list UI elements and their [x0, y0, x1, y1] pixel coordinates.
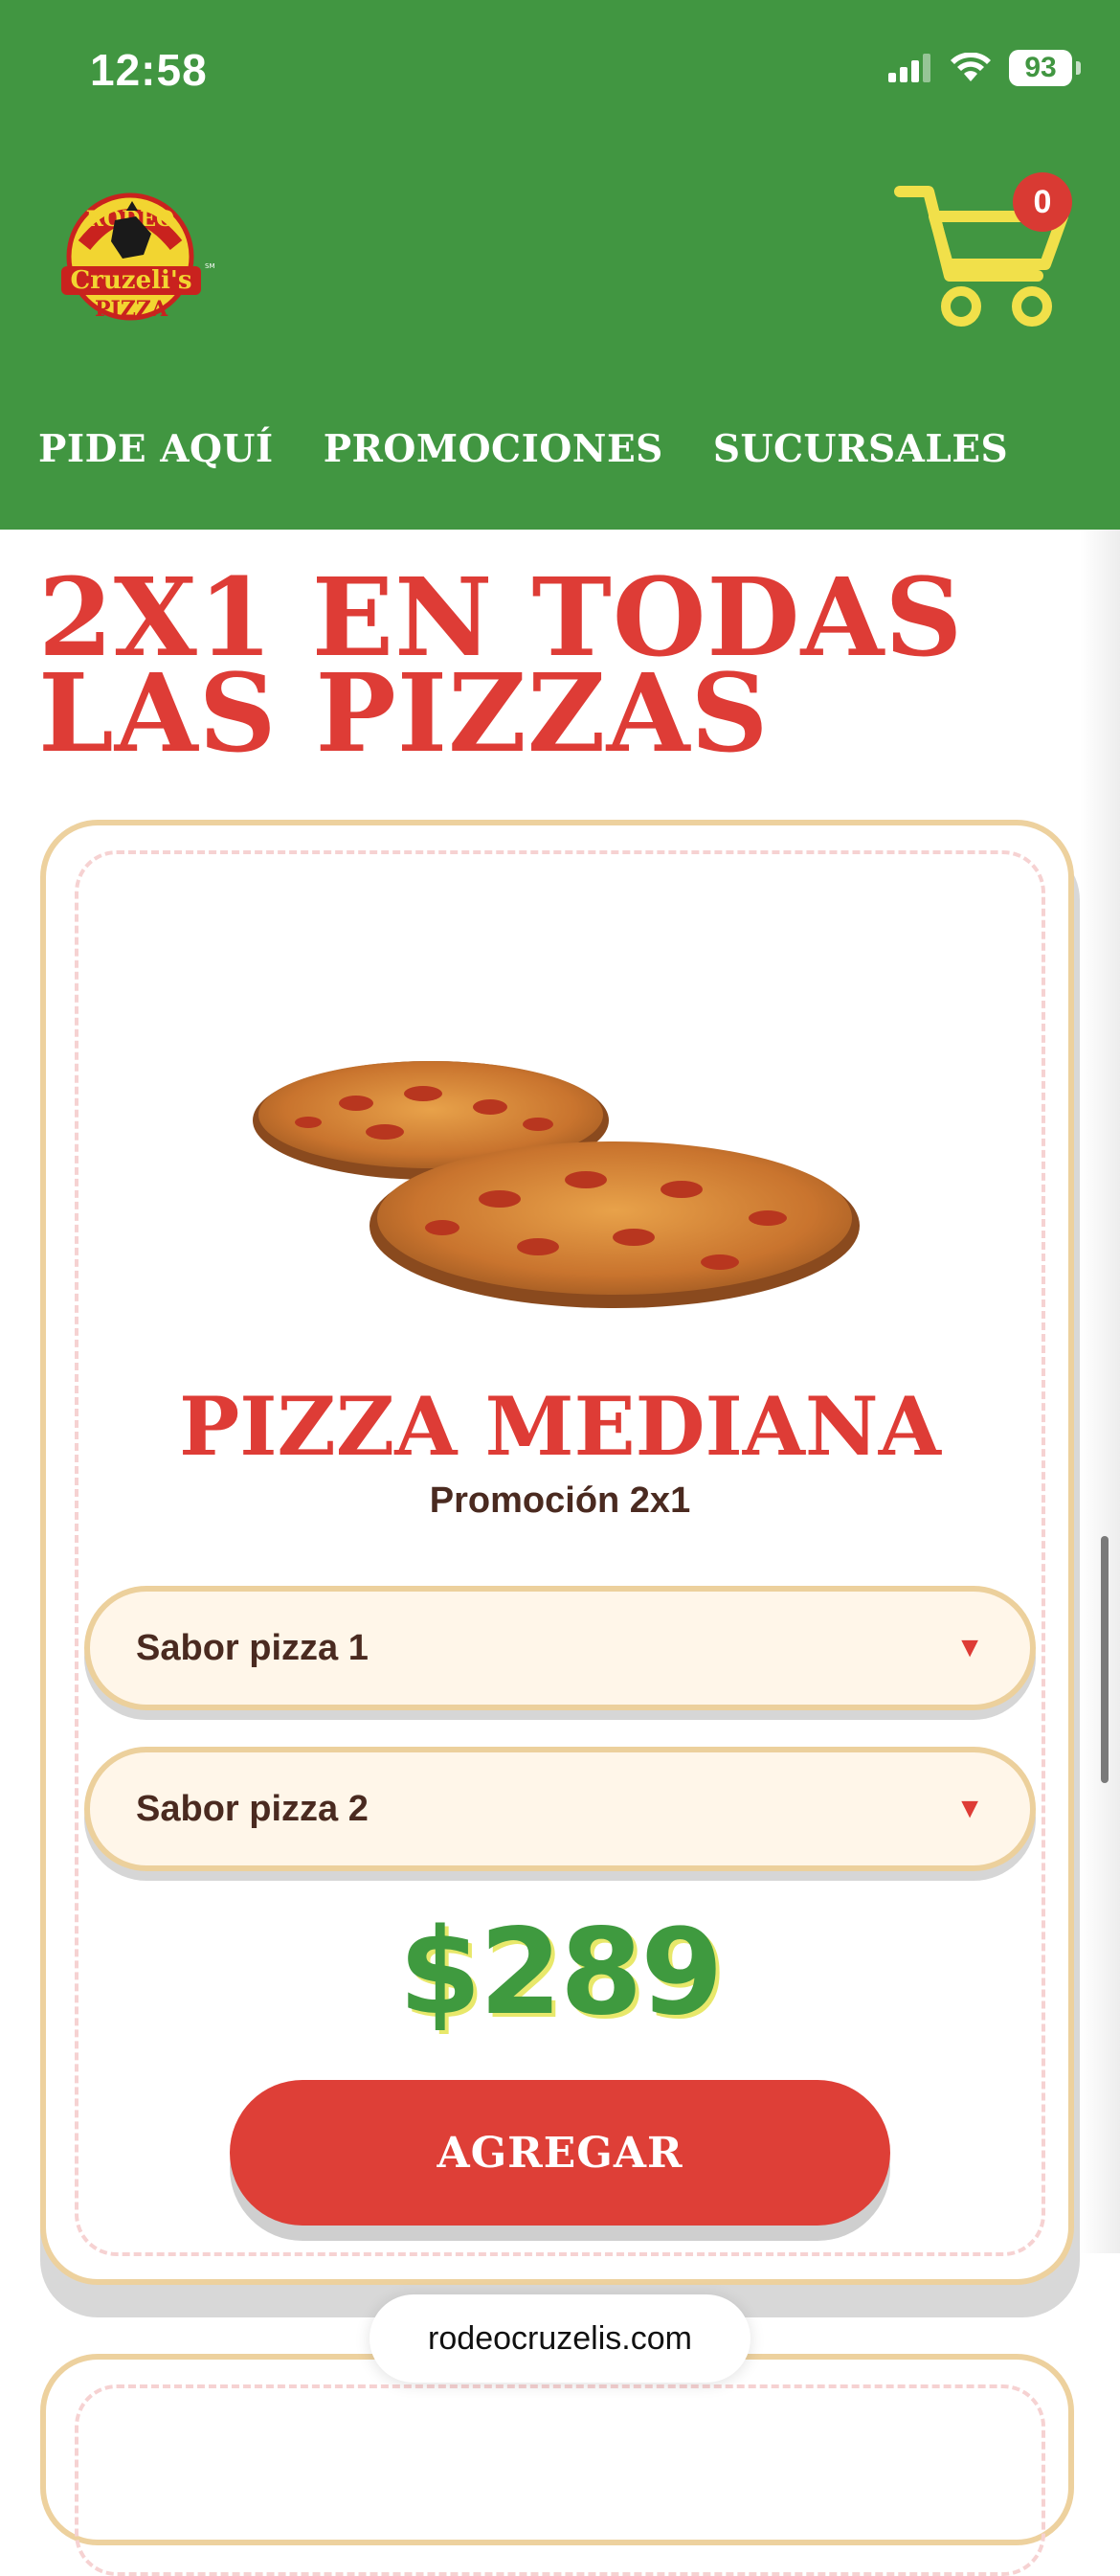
- status-time: 12:58: [90, 45, 208, 95]
- flavor-2-select[interactable]: Sabor pizza 2 ▼: [84, 1747, 1036, 1881]
- add-to-cart-button[interactable]: AGREGAR: [230, 2080, 890, 2226]
- app-header: 12:58 93 RODEO Cruzeli's PIZZA SM 0: [0, 0, 1120, 530]
- dropdown-arrow-icon: ▼: [955, 1793, 984, 1824]
- cart-count-badge: 0: [1013, 172, 1072, 232]
- flavor-1-select-box[interactable]: Sabor pizza 1 ▼: [84, 1586, 1036, 1710]
- promo-title-line2: LAS PIZZAS: [38, 651, 770, 777]
- product-price: $289: [398, 1904, 723, 2042]
- promo-title: 2X1 EN TODAS LAS PIZZAS: [38, 565, 1034, 768]
- nav-pide-aqui[interactable]: PIDE AQUÍ: [38, 427, 274, 471]
- main-nav: PIDE AQUÍ PROMOCIONES SUCURSALES: [38, 427, 1008, 471]
- product-subtitle: Promoción 2x1: [429, 1480, 691, 1521]
- svg-text:SM: SM: [205, 262, 214, 270]
- nav-promociones[interactable]: PROMOCIONES: [324, 427, 663, 471]
- svg-text:Cruzeli's: Cruzeli's: [71, 266, 192, 295]
- pizza-image: [253, 1061, 860, 1308]
- status-icons: 93: [888, 50, 1081, 86]
- flavor-1-label: Sabor pizza 1: [136, 1627, 369, 1668]
- product-name: PIZZA MEDIANA: [179, 1379, 941, 1474]
- browser-url-pill[interactable]: rodeocruzelis.com: [370, 2294, 750, 2383]
- signal-icon: [888, 54, 930, 82]
- nav-sucursales[interactable]: SUCURSALES: [713, 427, 1008, 471]
- flavor-2-label: Sabor pizza 2: [136, 1788, 369, 1829]
- svg-text:PIZZA: PIZZA: [95, 297, 168, 322]
- flavor-1-select[interactable]: Sabor pizza 1 ▼: [84, 1586, 1036, 1720]
- scrollbar-thumb[interactable]: [1101, 1536, 1109, 1783]
- flavor-2-select-box[interactable]: Sabor pizza 2 ▼: [84, 1747, 1036, 1871]
- rodeo-cruzelis-logo[interactable]: RODEO Cruzeli's PIZZA SM: [56, 188, 214, 328]
- battery-indicator: 93: [1009, 50, 1081, 86]
- wifi-icon: [951, 53, 991, 81]
- dropdown-arrow-icon: ▼: [955, 1632, 984, 1663]
- add-button-wrap: AGREGAR: [230, 2080, 890, 2241]
- next-product-card-dashed-border: [75, 2384, 1045, 2576]
